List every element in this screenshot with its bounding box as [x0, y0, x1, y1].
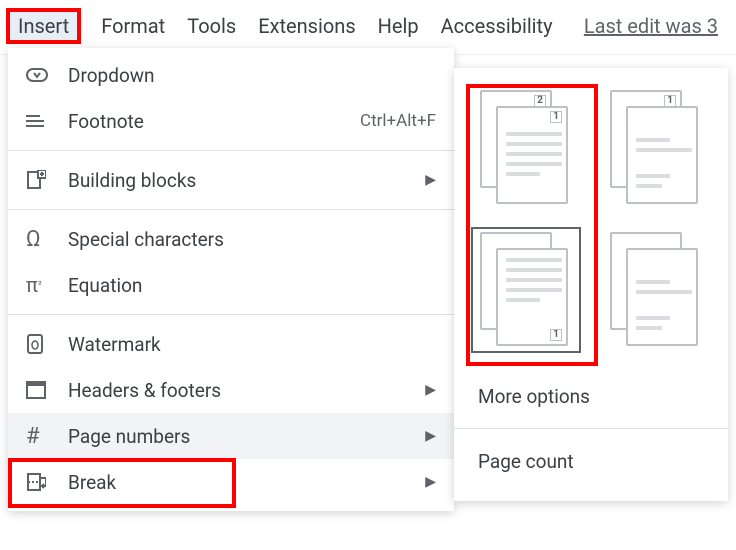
menubar-format[interactable]: Format — [101, 14, 165, 38]
divider — [454, 428, 728, 429]
menu-building-blocks-label: Building blocks — [68, 169, 417, 192]
menu-footnote-label: Footnote — [68, 110, 360, 133]
page-number-thumbnails: 2 1 1 2 1 1 — [472, 86, 710, 352]
menu-headers-footers-label: Headers & footers — [68, 379, 417, 402]
menubar: Insert Format Tools Extensions Help Acce… — [0, 0, 736, 55]
divider — [8, 150, 454, 151]
submenu-more-options[interactable]: More options — [472, 370, 710, 422]
page-numbers-submenu: 2 1 1 2 1 1 More op — [454, 68, 728, 501]
menu-building-blocks[interactable]: Building blocks ▶ — [8, 157, 454, 203]
pagenum-footer-right[interactable]: 2 1 — [472, 228, 580, 352]
pagenum-footer-right-skipfirst[interactable]: 1 — [602, 228, 710, 352]
menubar-tools[interactable]: Tools — [187, 14, 236, 38]
menu-footnote-shortcut: Ctrl+Alt+F — [360, 111, 436, 131]
watermark-icon — [26, 332, 54, 356]
footnote-icon — [26, 109, 54, 133]
menu-watermark[interactable]: Watermark — [8, 321, 454, 367]
divider — [8, 209, 454, 210]
submenu-page-count[interactable]: Page count — [472, 435, 710, 487]
divider — [8, 314, 454, 315]
menu-dropdown-label: Dropdown — [68, 64, 436, 87]
menubar-help[interactable]: Help — [378, 14, 419, 38]
menu-special-characters[interactable]: Ω Special characters — [8, 216, 454, 262]
pagenum-header-right-skipfirst[interactable]: 1 — [602, 86, 710, 210]
menu-equation-label: Equation — [68, 274, 436, 297]
chevron-right-icon: ▶ — [425, 474, 436, 490]
menu-break[interactable]: Break ▶ — [8, 459, 454, 505]
break-icon — [26, 470, 54, 494]
menubar-extensions[interactable]: Extensions — [258, 14, 355, 38]
chevron-right-icon: ▶ — [425, 428, 436, 444]
menu-page-numbers[interactable]: # Page numbers ▶ — [8, 413, 454, 459]
omega-icon: Ω — [26, 227, 54, 251]
menu-special-characters-label: Special characters — [68, 228, 436, 251]
menu-dropdown[interactable]: Dropdown — [8, 52, 454, 98]
menubar-insert[interactable]: Insert — [8, 10, 79, 42]
menubar-accessibility[interactable]: Accessibility — [441, 14, 553, 38]
hash-icon: # — [26, 424, 54, 448]
chevron-right-icon: ▶ — [425, 382, 436, 398]
pagenum-header-right[interactable]: 2 1 — [472, 86, 580, 210]
pi-icon: π² — [26, 273, 54, 297]
last-edit-link[interactable]: Last edit was 3 — [584, 14, 718, 38]
menu-equation[interactable]: π² Equation — [8, 262, 454, 308]
headers-footers-icon — [26, 378, 54, 402]
building-blocks-icon — [26, 168, 54, 192]
menu-page-numbers-label: Page numbers — [68, 425, 417, 448]
dropdown-icon — [26, 63, 54, 87]
menu-headers-footers[interactable]: Headers & footers ▶ — [8, 367, 454, 413]
menu-break-label: Break — [68, 471, 417, 494]
menu-footnote[interactable]: Footnote Ctrl+Alt+F — [8, 98, 454, 144]
chevron-right-icon: ▶ — [425, 172, 436, 188]
insert-dropdown: Dropdown Footnote Ctrl+Alt+F Building bl… — [8, 48, 454, 511]
menu-watermark-label: Watermark — [68, 333, 436, 356]
